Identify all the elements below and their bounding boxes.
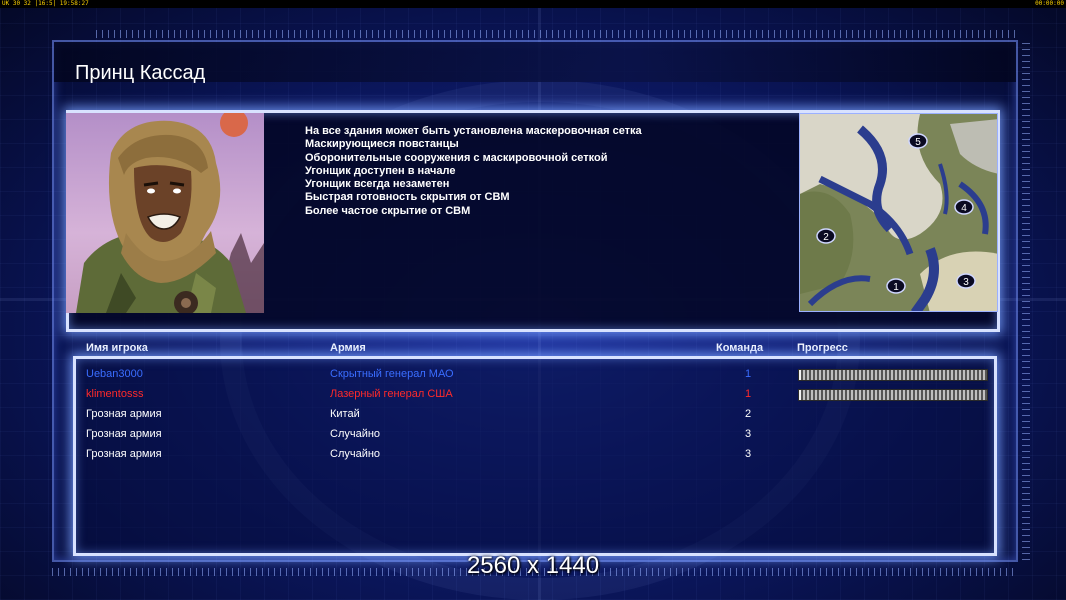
start-position-marker[interactable]: 3 [956,273,976,289]
faction-feature: Оборонительные сооружения с маскировочно… [305,151,608,164]
player-row: Грозная армия Случайно 3 [0,447,1066,467]
general-portrait [66,113,264,313]
player-name: Грозная армия [86,408,162,420]
column-header-progress: Прогресс [797,342,848,354]
player-army: Скрытный генерал МАО [330,368,454,380]
player-army: Лазерный генерал США [330,388,453,400]
start-position-marker[interactable]: 1 [886,278,906,294]
player-name: Грозная армия [86,448,162,460]
start-position-marker[interactable]: 4 [954,199,974,215]
player-row: Грозная армия Случайно 3 [0,427,1066,447]
start-position-number: 2 [823,232,829,243]
loading-progress-fill [799,390,801,400]
status-text-right: 00:00:00 [1035,0,1064,7]
column-header-team: Команда [716,342,764,354]
player-team: 1 [745,388,752,400]
faction-feature: Маскирующиеся повстанцы [305,138,459,151]
player-row: klimentosss Лазерный генерал США 1 [0,387,1066,407]
column-header-player-name: Имя игрока [86,342,148,354]
player-name: klimentosss [86,388,144,400]
start-position-marker[interactable]: 5 [908,133,928,149]
player-team: 2 [745,408,752,420]
loading-progress-fill [799,370,801,380]
player-army: Случайно [330,428,381,440]
resolution-label: 2560 x 1440 [466,552,600,579]
player-army: Случайно [330,448,381,460]
start-position-number: 1 [893,282,899,293]
player-team: 3 [745,448,752,460]
faction-feature: Более частое скрытие от СВМ [305,204,471,217]
minimap-markers: 5 4 2 3 1 [816,133,976,294]
player-row: Ueban3000 Скрытный генерал МАО 1 [0,367,1066,387]
faction-feature: Быстрая готовность скрытия от СВМ [305,191,510,204]
column-header-army: Армия [330,342,366,354]
faction-features-list: На все здания может быть установлена мас… [305,125,785,218]
start-position-number: 4 [961,203,967,214]
player-row: Грозная армия Китай 2 [0,407,1066,427]
status-text-left: UK 30 32 |16:5| 19:58:27 [2,0,89,7]
loading-progress-bar [798,389,988,401]
player-army: Китай [330,408,360,420]
minimap: 5 4 2 3 1 [799,113,998,312]
status-strip: UK 30 32 |16:5| 19:58:27 00:00:00 [0,0,1066,8]
faction-feature: На все здания может быть установлена мас… [305,125,642,137]
faction-feature: Угонщик всегда незаметен [305,178,450,191]
general-portrait-image [66,113,264,313]
start-position-number: 5 [915,137,921,148]
player-name: Грозная армия [86,428,162,440]
player-team: 1 [745,368,752,380]
frame-ruler-right [1022,42,1030,560]
start-position-number: 3 [963,277,969,288]
frame-ruler-top [96,30,1016,38]
player-team: 3 [745,428,752,440]
start-position-marker[interactable]: 2 [816,228,836,244]
map-title: Принц Кассад [75,62,206,84]
loading-progress-bar [798,369,988,381]
player-name: Ueban3000 [86,368,143,380]
faction-feature: Угонщик доступен в начале [305,164,456,177]
